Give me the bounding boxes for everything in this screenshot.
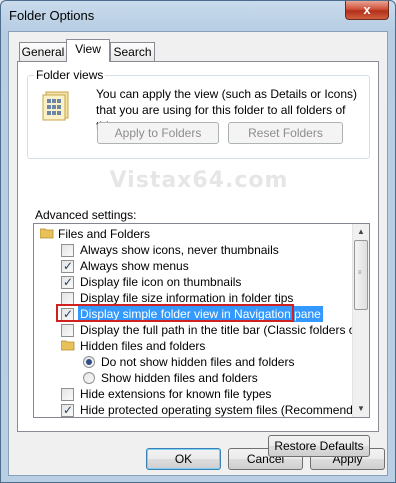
ok-button[interactable]: OK: [146, 448, 221, 470]
checkbox[interactable]: [61, 388, 74, 401]
tab-general-label: General: [21, 45, 65, 59]
folder-icon: [61, 340, 75, 351]
tree-item-label: Always show icons, never thumbnails: [80, 243, 279, 257]
close-icon: x: [363, 2, 371, 17]
tree-item-label: Hidden files and folders: [80, 339, 206, 353]
tree-item-label: Show hidden files and folders: [101, 371, 258, 385]
tab-view[interactable]: View: [66, 39, 110, 62]
folder-icon: [40, 228, 54, 239]
scroll-down-arrow-icon[interactable]: ▼: [353, 401, 369, 417]
folder-views-icon: [42, 91, 69, 121]
radio-selected-dot: [86, 359, 92, 365]
vertical-scrollbar[interactable]: ▲ ≡ ▼: [352, 224, 369, 417]
scroll-thumb[interactable]: ≡: [354, 240, 368, 310]
checkmark-icon: ✓: [63, 403, 74, 417]
tree-item-label: Always show menus: [80, 259, 189, 273]
close-button[interactable]: x: [345, 1, 389, 20]
watermark: Vistax64.com: [109, 168, 289, 193]
checkbox[interactable]: [61, 324, 74, 337]
checkbox[interactable]: ✓: [61, 259, 74, 273]
apply-to-folders-button[interactable]: Apply to Folders: [97, 122, 219, 144]
folder-options-window: Folder Options x General View Search Fol…: [0, 0, 396, 483]
advanced-settings-label: Advanced settings:: [35, 208, 137, 222]
tab-search[interactable]: Search: [110, 42, 155, 62]
radio-button[interactable]: [83, 372, 95, 384]
advanced-settings-tree[interactable]: Files and Folders Always show icons, nev…: [33, 223, 370, 418]
tab-search-label: Search: [113, 45, 152, 59]
tree-item-label: Display the full path in the title bar (…: [80, 323, 370, 337]
tree-item-label: Display file icon on thumbnails: [80, 275, 242, 289]
tab-view-label: View: [75, 42, 101, 56]
title-bar[interactable]: Folder Options x: [1, 1, 395, 31]
folder-views-group: Folder views You can apply the view (suc…: [27, 68, 370, 159]
grip-icon: ≡: [358, 270, 362, 276]
restore-defaults-button[interactable]: Restore Defaults: [268, 435, 370, 457]
reset-folders-button[interactable]: Reset Folders: [228, 122, 343, 144]
dialog-client-area: General View Search Folder views You can…: [8, 31, 388, 476]
tree-item-label: Hide extensions for known file types: [80, 387, 272, 401]
tree-item-label: Files and Folders: [58, 227, 151, 241]
red-highlight-box: [56, 304, 294, 322]
tree-item-label: Hide protected operating system files (R…: [80, 403, 370, 417]
folder-views-group-label: Folder views: [34, 68, 106, 82]
tree-item-label: Do not show hidden files and folders: [101, 355, 295, 369]
checkbox[interactable]: [61, 244, 74, 257]
checkmark-icon: ✓: [63, 259, 74, 273]
checkmark-icon: ✓: [63, 275, 74, 289]
radio-button[interactable]: [83, 356, 95, 368]
checkbox[interactable]: ✓: [61, 275, 74, 289]
checkbox[interactable]: ✓: [61, 403, 74, 417]
tab-general[interactable]: General: [19, 42, 67, 62]
scroll-up-arrow-icon[interactable]: ▲: [353, 224, 369, 240]
view-tab-panel: Folder views You can apply the view (suc…: [17, 61, 379, 457]
window-title: Folder Options: [9, 8, 95, 23]
